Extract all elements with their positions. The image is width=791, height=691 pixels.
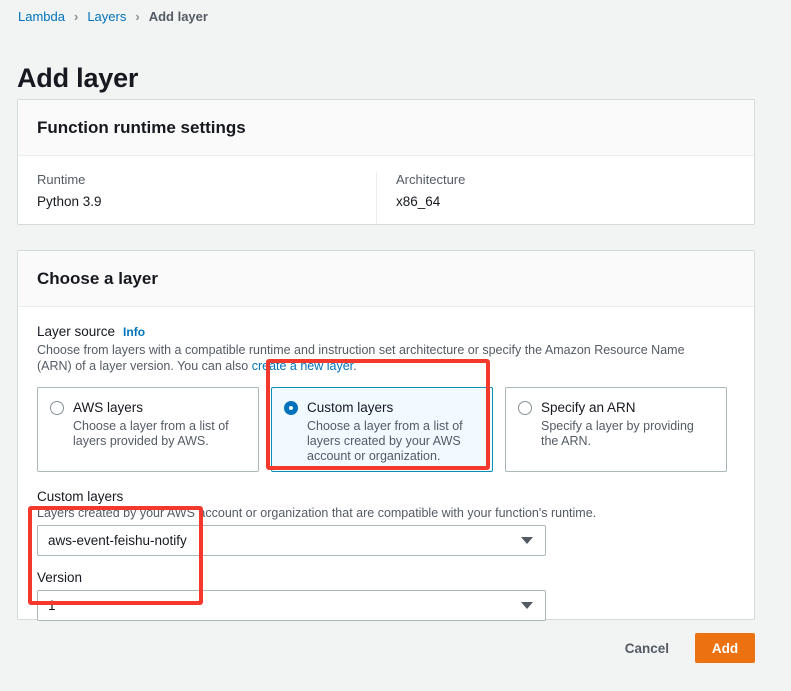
option-description: Choose a layer from a list of layers pro… — [73, 419, 229, 448]
radio-icon[interactable] — [50, 401, 64, 415]
version-label: Version — [37, 570, 83, 585]
footer-actions: Cancel Add — [17, 633, 755, 663]
custom-layers-field: Custom layers Layers created by your AWS… — [37, 489, 735, 556]
radio-icon[interactable] — [284, 401, 298, 415]
layer-source-description-period: . — [353, 359, 357, 373]
breadcrumb-item-add-layer: Add layer — [148, 8, 208, 24]
info-link[interactable]: Info — [123, 325, 145, 339]
radio-icon[interactable] — [518, 401, 532, 415]
option-description: Choose a layer from a list of layers cre… — [307, 419, 463, 463]
custom-layers-hint: Layers created by your AWS account or or… — [37, 506, 597, 520]
create-a-new-layer-link[interactable]: create a new layer — [252, 359, 353, 373]
option-title: Specify an ARN — [541, 400, 636, 415]
version-selected-value: 1 — [48, 598, 56, 613]
chevron-down-icon[interactable] — [521, 537, 533, 544]
version-select[interactable]: 1 — [37, 590, 546, 621]
runtime-field-architecture: Architecture x86_64 — [376, 172, 734, 224]
version-field: Version 1 — [37, 570, 735, 621]
breadcrumb-item-lambda[interactable]: Lambda — [18, 9, 65, 24]
breadcrumb: Lambda › Layers › Add layer — [18, 7, 208, 25]
layer-source-option-custom-layers[interactable]: Custom layers Choose a layer from a list… — [271, 387, 493, 472]
layer-source-description: Choose from layers with a compatible run… — [37, 342, 697, 374]
layer-source-option-aws-layers[interactable]: AWS layers Choose a layer from a list of… — [37, 387, 259, 472]
layer-source-options: AWS layers Choose a layer from a list of… — [37, 387, 735, 472]
breadcrumb-separator-icon: › — [73, 8, 79, 24]
layer-source-label: Layer source — [37, 324, 116, 339]
panel-header: Function runtime settings — [18, 100, 754, 156]
runtime-value: Python 3.9 — [37, 194, 102, 209]
option-description: Specify a layer by providing the ARN. — [541, 419, 694, 448]
runtime-fields: Runtime Python 3.9 Architecture x86_64 — [18, 156, 754, 224]
option-title: Custom layers — [307, 400, 394, 415]
layer-source-label-row: Layer source Info — [37, 324, 735, 339]
runtime-field-runtime: Runtime Python 3.9 — [18, 172, 376, 224]
custom-layers-label: Custom layers — [37, 489, 124, 504]
layer-source-option-specify-arn[interactable]: Specify an ARN Specify a layer by provid… — [505, 387, 727, 472]
option-title: AWS layers — [73, 400, 144, 415]
architecture-label: Architecture — [396, 172, 466, 187]
custom-layers-selected-value: aws-event-feishu-notify — [48, 533, 187, 548]
runtime-label: Runtime — [37, 172, 86, 187]
panel-header: Choose a layer — [18, 251, 754, 307]
custom-layers-select[interactable]: aws-event-feishu-notify — [37, 525, 546, 556]
layer-source-description-text: Choose from layers with a compatible run… — [37, 343, 685, 373]
breadcrumb-separator-icon: › — [135, 8, 140, 24]
page-title: Add layer — [17, 63, 139, 94]
choose-a-layer-panel: Choose a layer Layer source Info Choose … — [17, 250, 755, 621]
add-button[interactable]: Add — [695, 633, 755, 663]
runtime-panel-title: Function runtime settings — [37, 117, 246, 137]
chevron-down-icon[interactable] — [521, 602, 533, 609]
function-runtime-settings-panel: Function runtime settings Runtime Python… — [17, 99, 755, 225]
architecture-value: x86_64 — [396, 194, 441, 209]
cancel-button[interactable]: Cancel — [621, 635, 673, 662]
breadcrumb-item-layers[interactable]: Layers — [87, 9, 126, 24]
layer-panel-body: Layer source Info Choose from layers wit… — [18, 307, 754, 621]
layer-panel-title: Choose a layer — [37, 268, 158, 288]
